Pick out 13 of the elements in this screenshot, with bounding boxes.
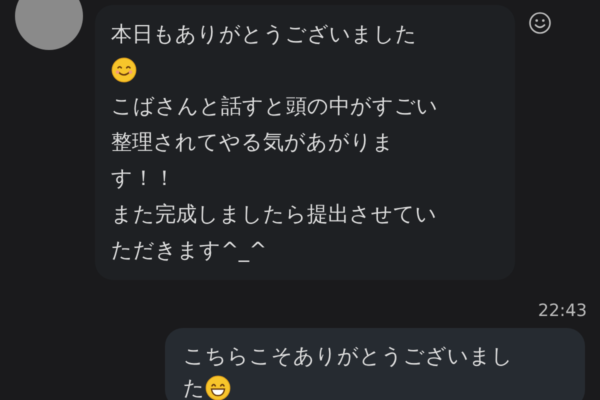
message-text: 本日もありがとうございました <box>111 21 417 48</box>
avatar[interactable] <box>15 0 83 50</box>
grinning-face-icon <box>205 375 231 400</box>
message-text: 整理されてやる気があがりま <box>111 129 394 156</box>
message-text: こちらこそありがとうございまし <box>183 343 513 370</box>
message-text: ただきます^_^ <box>111 237 267 264</box>
message-text: また完成しましたら提出させてい <box>111 201 437 228</box>
message-time: 22:43 <box>538 300 587 322</box>
message-text: こばさんと話すと頭の中がすごい <box>111 93 438 120</box>
message-text: た <box>183 375 205 400</box>
emoji-reaction-icon[interactable] <box>528 11 552 35</box>
smiling-face-icon <box>111 57 137 83</box>
message-text: す！！ <box>111 165 175 192</box>
